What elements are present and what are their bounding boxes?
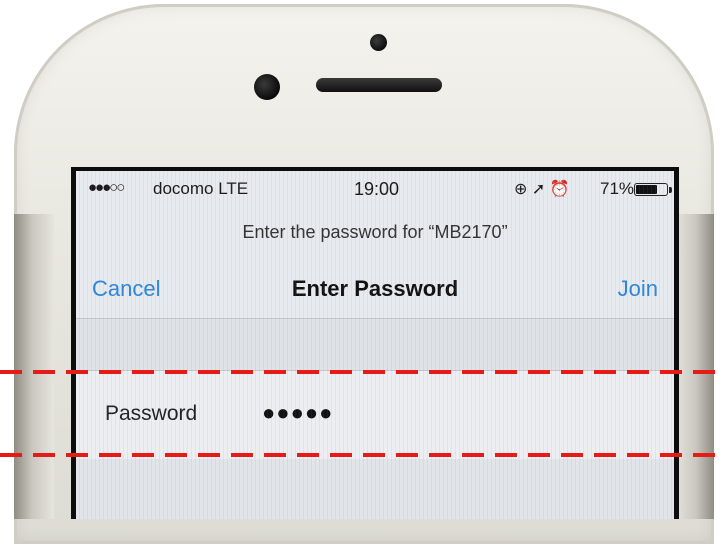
- battery-fill: [636, 185, 657, 194]
- status-icons: ⊕ ➚ ⏰: [514, 181, 570, 198]
- password-input[interactable]: ●●●●●: [262, 400, 333, 426]
- battery-percent: 71%: [600, 179, 635, 198]
- status-bar: ●●●○○ docomo LTE 19:00 ⊕ ➚ ⏰ 71%: [76, 171, 674, 209]
- battery-icon: [634, 183, 668, 196]
- page-title: Enter Password: [291, 276, 459, 301]
- annotation-dashed-line-bottom: [0, 453, 724, 457]
- status-time: 19:00: [354, 179, 400, 199]
- navigation-bar: Enter Password Cancel Join: [76, 266, 674, 316]
- annotation-dashed-line-top: [0, 370, 724, 374]
- password-field[interactable]: Password ●●●●●: [76, 371, 674, 459]
- carrier-label: docomo LTE: [153, 179, 249, 198]
- lower-area: [76, 459, 674, 519]
- display: ●●●○○ docomo LTE 19:00 ⊕ ➚ ⏰ 71% Enter t…: [76, 171, 674, 519]
- section-gap: [76, 319, 674, 371]
- earpiece-speaker: [316, 78, 442, 92]
- front-camera: [370, 34, 387, 51]
- password-prompt: Enter the password for “MB2170”: [242, 222, 508, 242]
- proximity-sensor: [254, 74, 280, 100]
- phone-screen: ●●●○○ docomo LTE 19:00 ⊕ ➚ ⏰ 71% Enter t…: [71, 167, 679, 519]
- signal-strength-icon: ●●●○○: [88, 179, 125, 196]
- cancel-button[interactable]: Cancel: [92, 276, 160, 302]
- phone-edge-right: [674, 214, 714, 519]
- phone-edge-left: [14, 214, 54, 519]
- battery-tip: [669, 187, 672, 193]
- phone-body: ●●●○○ docomo LTE 19:00 ⊕ ➚ ⏰ 71% Enter t…: [14, 4, 714, 544]
- password-label: Password: [105, 402, 198, 425]
- join-button[interactable]: Join: [618, 276, 658, 302]
